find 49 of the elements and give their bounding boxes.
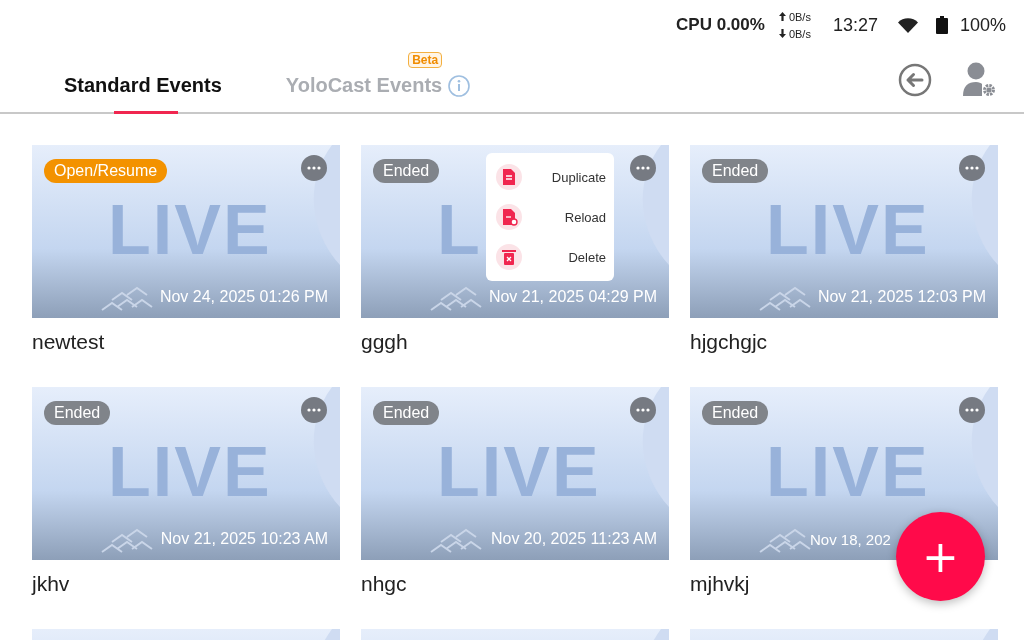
event-date: Nov 18, 202: [810, 531, 891, 548]
event-date: Nov 21, 2025 04:29 PM: [488, 288, 657, 306]
ellipsis-icon: [636, 166, 650, 170]
menu-item[interactable]: Duplicate: [486, 157, 614, 197]
info-icon: [448, 74, 471, 97]
beta-badge: Beta: [408, 52, 443, 68]
ellipsis-icon: [307, 166, 321, 170]
thumbnail-text: LIVE: [766, 195, 930, 265]
ellipsis-icon: [307, 408, 321, 412]
menu-item[interactable]: Delete: [486, 237, 614, 277]
event-date: Nov 21, 2025 12:03 PM: [817, 288, 986, 306]
thumbnail-text: LIVE: [766, 437, 930, 507]
status-badge: Ended: [702, 159, 769, 183]
tab[interactable]: Standard Events: [64, 74, 222, 114]
thumbnail-text: L: [437, 195, 482, 265]
status-badge: Ended: [373, 401, 440, 425]
download-arrow-icon: [778, 29, 786, 38]
user-settings-icon[interactable]: [962, 62, 996, 98]
event-date: Nov 21, 2025 10:23 AM: [160, 530, 328, 548]
thumbnail-text: LIVE: [108, 195, 272, 265]
event-name: hjgchgjc: [690, 329, 769, 355]
battery-icon: [935, 16, 948, 34]
ellipsis-icon: [965, 408, 979, 412]
event-name: mjhvkj: [690, 571, 751, 597]
clock-time: 13:27: [832, 14, 878, 36]
event-name: jkhv: [32, 571, 71, 597]
trash-icon: [496, 244, 522, 270]
battery-percentage: 100%: [959, 14, 1006, 36]
ellipsis-icon: [965, 166, 979, 170]
wifi-icon: [897, 17, 918, 33]
status-badge: Ended: [44, 401, 111, 425]
event-name: gggh: [361, 329, 409, 355]
status-badge: Open/Resume: [44, 159, 168, 183]
document-icon: [496, 204, 522, 230]
event-date: Nov 24, 2025 01:26 PM: [159, 288, 328, 306]
download-speed: 0B/s: [788, 27, 811, 40]
document-icon: [496, 164, 522, 190]
upload-arrow-icon: [778, 12, 786, 21]
event-name: newtest: [32, 329, 106, 355]
status-badge: Ended: [702, 401, 769, 425]
menu-item[interactable]: Reload: [486, 197, 614, 237]
event-name: nhgc: [361, 571, 408, 597]
thumbnail-text: LIVE: [108, 437, 272, 507]
cpu-usage: CPU 0.00%: [676, 15, 765, 35]
upload-speed: 0B/s: [788, 10, 811, 23]
event-date: Nov 20, 2025 11:23 AM: [490, 530, 657, 548]
status-badge: Ended: [373, 159, 440, 183]
ellipsis-icon: [636, 408, 650, 412]
thumbnail-text: LIVE: [437, 437, 601, 507]
